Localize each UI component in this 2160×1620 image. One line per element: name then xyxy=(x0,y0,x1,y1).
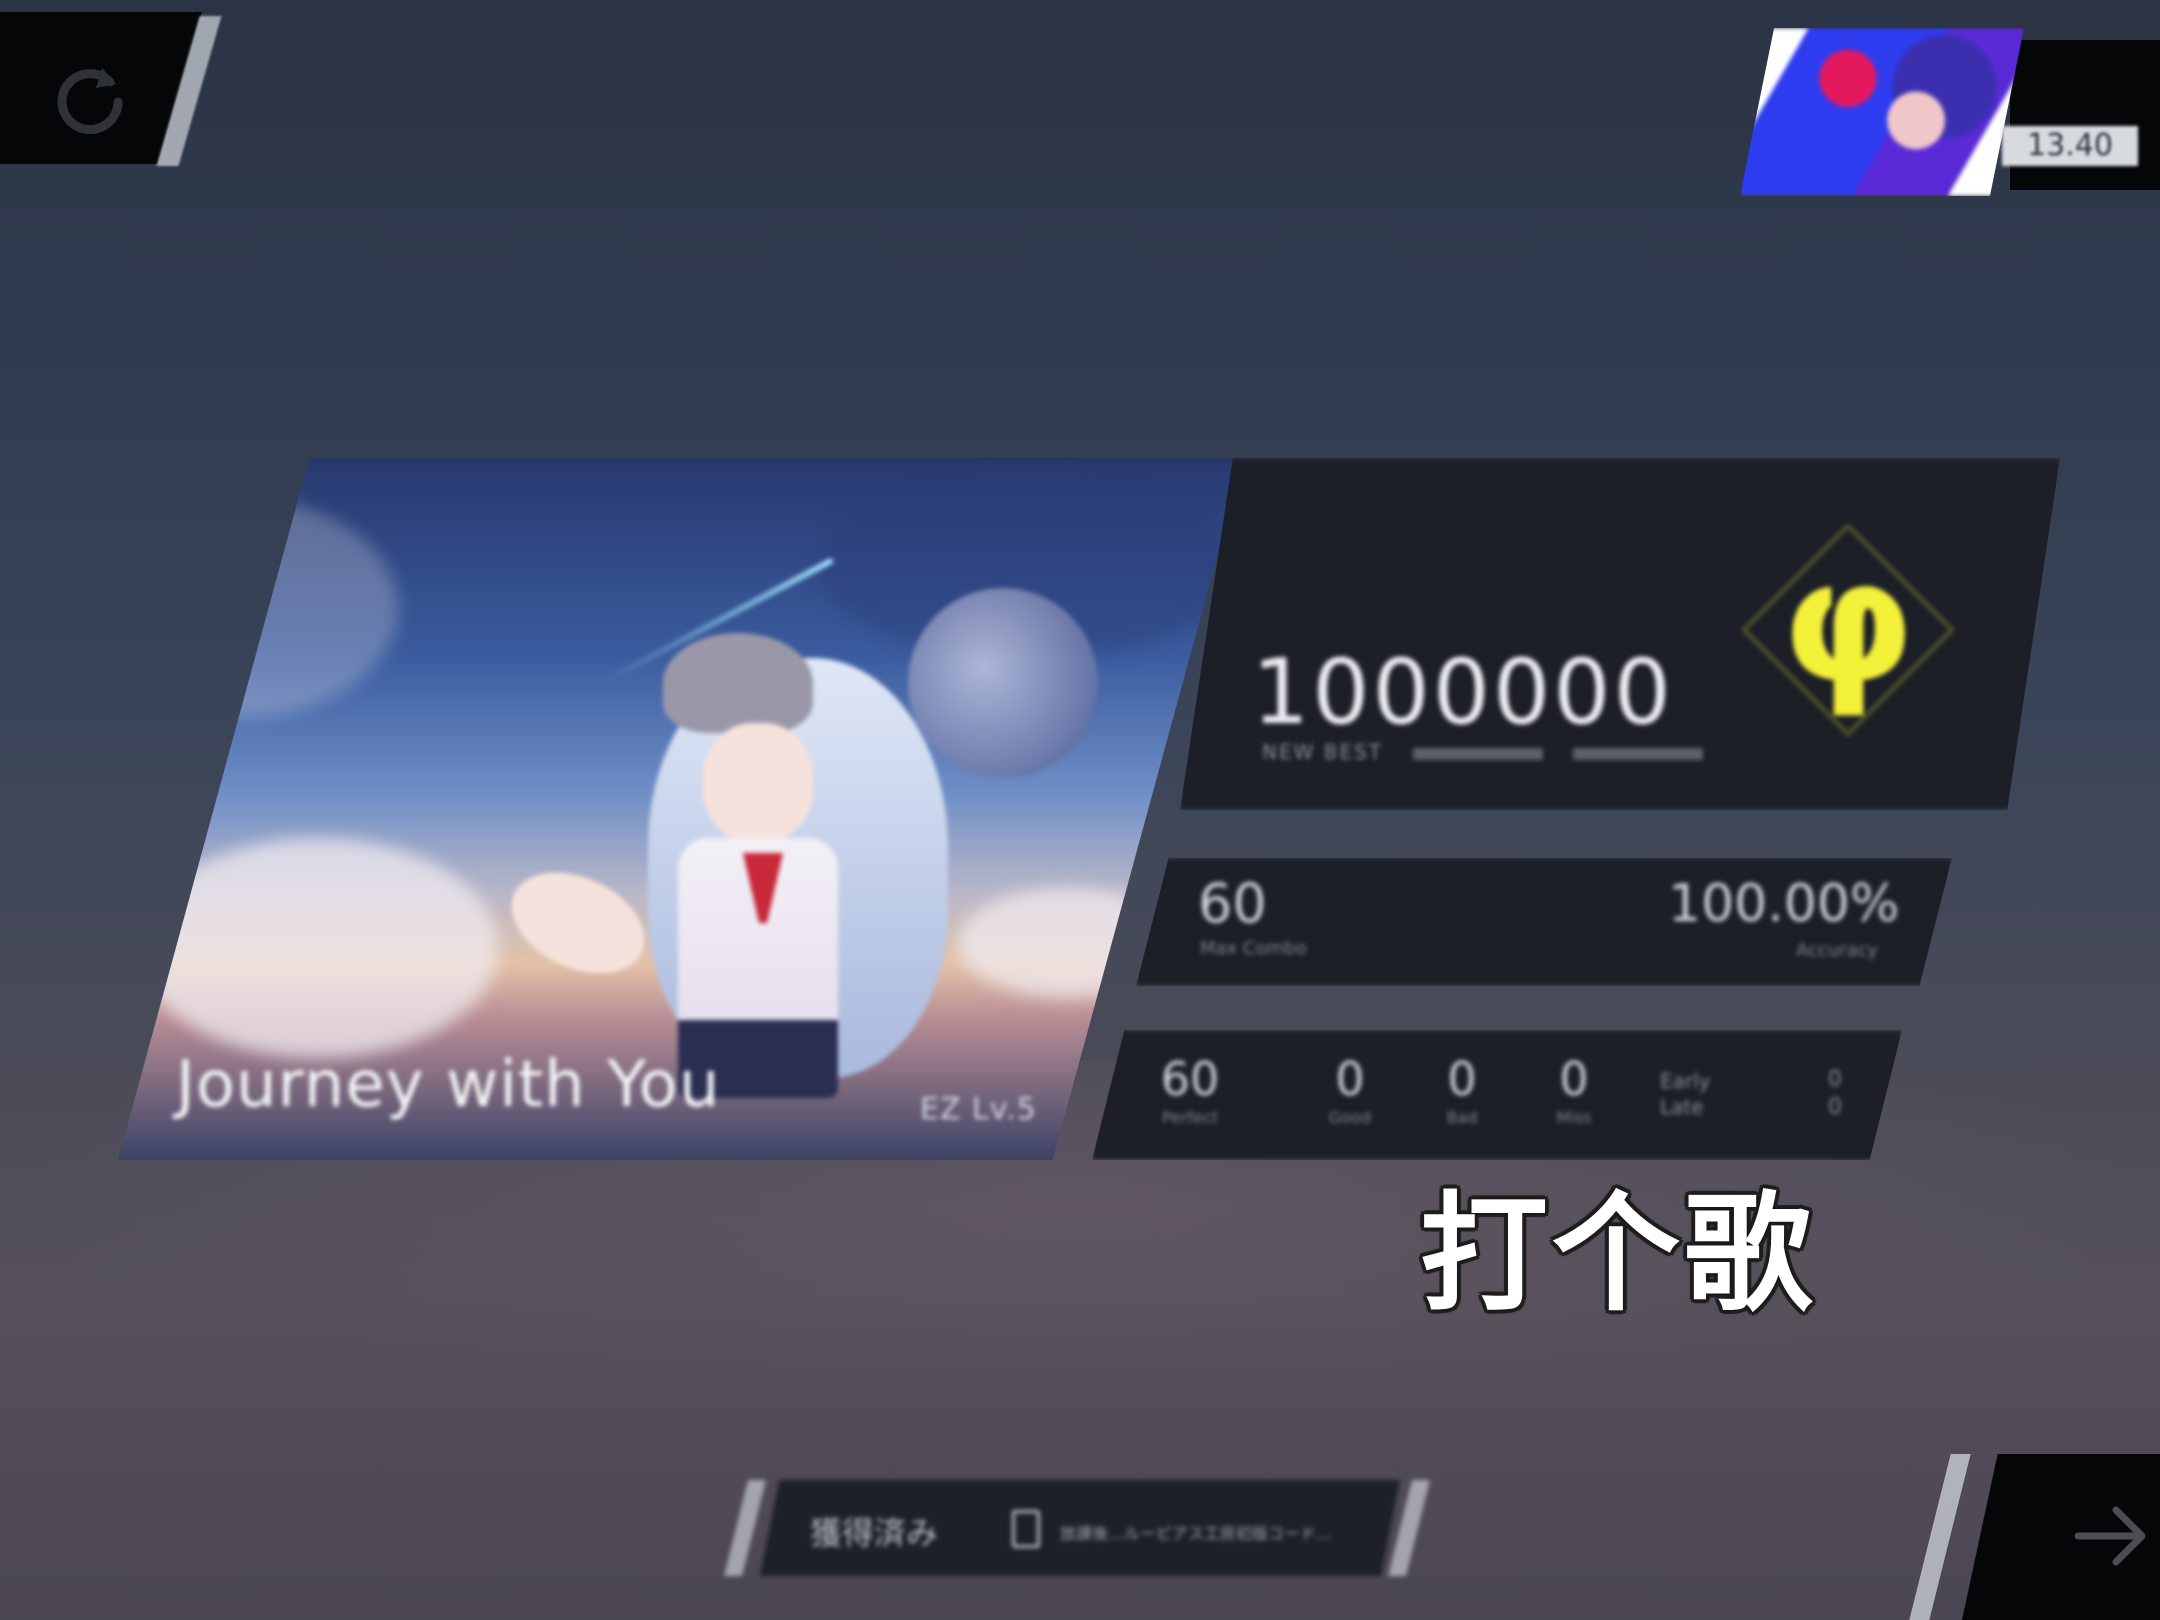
judgement-bad: 0 Bad xyxy=(1422,1054,1502,1127)
retry-button-group[interactable] xyxy=(0,12,240,166)
accuracy-value: 100.00% xyxy=(1668,874,1900,934)
unlock-status[interactable]: 獲得済み 放課後…ルービアス工房初版コード… xyxy=(724,1480,1430,1576)
judgement-good: 0 Good xyxy=(1310,1054,1390,1127)
status-label: 獲得済み xyxy=(810,1514,939,1552)
score-value: 1000000 xyxy=(1252,640,1674,745)
early-label: Early xyxy=(1660,1069,1711,1093)
new-best-label: NEW BEST xyxy=(1262,740,1383,764)
status-link[interactable]: 放課後…ルービアス工房初版コード… xyxy=(1060,1520,1332,1544)
illustration-planet xyxy=(908,588,1098,778)
player-avatar[interactable] xyxy=(1740,28,2024,196)
player-info[interactable]: 13.40 xyxy=(1730,28,2160,196)
judgement-value: 0 xyxy=(1559,1052,1589,1106)
early-late-labels: Early Late xyxy=(1660,1068,1711,1120)
judgement-label: Miss xyxy=(1556,1108,1592,1127)
song-level: EZ Lv.5 xyxy=(920,1092,1037,1127)
score-bar xyxy=(1413,747,1543,760)
arrow-right-icon xyxy=(2074,1506,2146,1566)
player-info-bar xyxy=(2010,40,2160,190)
max-combo-label: Max Combo xyxy=(1200,938,1307,959)
judgement-perfect: 60 Perfect xyxy=(1150,1054,1230,1127)
judgement-label: Bad xyxy=(1446,1108,1478,1127)
player-rks: 13.40 xyxy=(2002,126,2138,166)
early-late-values: 0 0 xyxy=(1828,1066,1842,1122)
judgement-value: 0 xyxy=(1447,1052,1477,1106)
next-stripe-decoration xyxy=(1909,1454,1971,1620)
grade-letter: φ xyxy=(1782,523,1915,721)
judgement-value: 60 xyxy=(1160,1052,1220,1106)
judgement-label: Perfect xyxy=(1161,1108,1219,1127)
judgement-value: 0 xyxy=(1335,1052,1365,1106)
next-button-group[interactable] xyxy=(1909,1454,2160,1620)
early-value: 0 xyxy=(1828,1067,1842,1092)
score-bar xyxy=(1573,747,1703,760)
song-title: Journey with You xyxy=(176,1048,721,1122)
late-value: 0 xyxy=(1828,1095,1842,1120)
status-stripe-left xyxy=(724,1480,766,1576)
accuracy-label: Accuracy xyxy=(1796,940,1879,961)
judgement-miss: 0 Miss xyxy=(1534,1054,1614,1127)
grade-phi-icon: φ xyxy=(1741,523,1955,737)
score-subtitle: NEW BEST xyxy=(1262,740,1703,764)
illustration-cloud xyxy=(138,838,498,1058)
character-hat xyxy=(663,633,813,733)
next-button[interactable] xyxy=(1962,1454,2160,1620)
overlay-caption: 打个歌 xyxy=(1420,1180,1817,1329)
character-face xyxy=(703,723,813,843)
document-icon xyxy=(1012,1510,1040,1548)
retry-icon xyxy=(57,68,123,135)
max-combo-value: 60 xyxy=(1198,872,1267,935)
judgement-label: Good xyxy=(1328,1108,1372,1127)
late-label: Late xyxy=(1660,1095,1704,1119)
